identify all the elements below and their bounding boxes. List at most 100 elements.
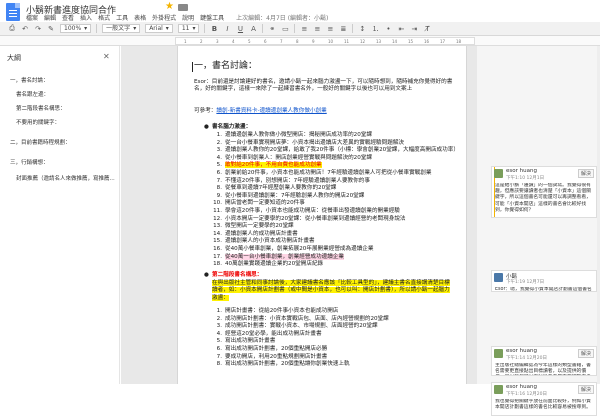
close-icon[interactable]: ✕ bbox=[103, 52, 110, 61]
list-item-text: 從小餐車到創業人：開店創業經營實戰與問題解決的20堂課 bbox=[225, 154, 372, 161]
redo-icon[interactable]: ↷ bbox=[34, 25, 42, 33]
underline-icon[interactable]: U bbox=[236, 25, 244, 33]
comment-time: 下午1:16 12月20日 bbox=[506, 392, 547, 397]
outline-item[interactable]: 書名跟左邊： bbox=[16, 90, 49, 98]
ruler-number: 15 bbox=[408, 39, 414, 44]
list-number: 7. bbox=[216, 353, 222, 360]
bold-icon[interactable]: B bbox=[210, 25, 218, 33]
resolve-button[interactable]: 解決 bbox=[577, 169, 594, 178]
decrease-indent-icon[interactable]: ⇤ bbox=[397, 25, 405, 33]
list-item-text: 從40萬小餐車創業，創業拓展20年展開業經營成為邊讀企業 bbox=[225, 246, 374, 252]
font-size-select[interactable]: 11 ▾ bbox=[177, 24, 200, 33]
increase-indent-icon[interactable]: ⇥ bbox=[410, 25, 418, 33]
list-item: 7. 不懂這20件事，別想開店：7年經驗邊讀創業人要教你的事 bbox=[212, 177, 466, 185]
list-number: 12. bbox=[213, 215, 222, 222]
style-select[interactable]: 一般文字 ▾ bbox=[102, 24, 141, 33]
undo-icon[interactable]: ↶ bbox=[21, 25, 29, 33]
italic-icon[interactable]: I bbox=[223, 25, 231, 33]
list-item-text: 要成功開店，利用20重點規劃開店計畫書 bbox=[225, 353, 328, 360]
list-number: 13. bbox=[213, 223, 222, 230]
list-number: 4. bbox=[216, 330, 222, 337]
list-item: 1. 開店計畫書：從給20件事小資本也能成功開店 bbox=[212, 308, 466, 315]
chevron-down-icon: ▾ bbox=[192, 25, 196, 32]
justify-icon[interactable]: ≣ bbox=[339, 25, 347, 33]
document-page[interactable]: 一，書名討論： Esor：目前還是討論建好的書名，邀請小鬍一起來腦力激盪一下，可… bbox=[177, 46, 467, 384]
comment-thread[interactable]: 小鬍 下午1:19 12月7日 Esor：嗯，我覺得小資本開店計劃書這個書名挺好… bbox=[491, 270, 597, 292]
zoom-select[interactable]: 100% ▾ bbox=[60, 24, 92, 33]
comment-thread[interactable]: esor huang 下午1:10 12月1日 解決 這是給小鬍「邊讀」的一個試… bbox=[491, 166, 597, 218]
font-select[interactable]: Arial ▾ bbox=[145, 24, 173, 33]
avatar bbox=[494, 349, 503, 358]
print-icon[interactable]: ⎙ bbox=[8, 24, 16, 33]
list-item: 13. 微型開店一定要學的20堂課 bbox=[212, 223, 466, 230]
outline-item[interactable]: 一，書名討論： bbox=[10, 76, 49, 84]
folder-icon[interactable] bbox=[178, 4, 188, 11]
outline-item[interactable]: 封面推薦（邀請名人來做推薦，寫推薦... bbox=[16, 174, 115, 182]
list-number: 14. bbox=[213, 230, 222, 237]
comment-icon[interactable]: ▭ bbox=[281, 25, 289, 33]
list-item-text: 寫出成功開店計畫書 bbox=[225, 338, 276, 345]
list-item: 11. 學會這20件事，小資本也能成功開店：從餐車出發邊讀創業的開業經驗 bbox=[212, 208, 466, 215]
align-center-icon[interactable]: ≡ bbox=[313, 25, 321, 33]
align-left-icon[interactable]: ≡ bbox=[300, 25, 308, 33]
line-spacing-icon[interactable]: ↕ bbox=[358, 25, 366, 33]
list-number: 7. bbox=[216, 177, 222, 184]
list-item-text: 敢對給20件事，不用自費也能成功創業 bbox=[225, 162, 322, 169]
comment-thread[interactable]: esor huang 下午1:14 12月20日 解決 主出版社總編輯認為今年這… bbox=[491, 346, 597, 376]
list-item-text: 成功開店計劃書：實戰小資本、市場規劃、店面經營的20堂課 bbox=[225, 323, 378, 330]
comment-body: 我也覺得把關鍵字放在前面比較好，例如小資本開店計劃書這樣的書名比較容易被搜尋到。 bbox=[495, 399, 591, 411]
outline-item[interactable]: 二，目前書籍時程規劃： bbox=[10, 138, 71, 146]
outline-panel: 大綱 ✕ 一，書名討論： 書名跟左邊： 第二階段書名構思： 不要用的關鍵字： 二… bbox=[0, 46, 120, 384]
list-item-text: 開店計畫書：從給20件事小資本也能成功開店 bbox=[225, 308, 339, 314]
clear-formatting-icon[interactable]: T̸ bbox=[423, 25, 431, 33]
outline-item[interactable]: 不要用的關鍵字： bbox=[16, 118, 60, 126]
paint-format-icon[interactable]: ✎ bbox=[47, 25, 55, 33]
document-workspace: 一，書名討論： Esor：目前還是討論建好的書名，邀請小鬍一起來腦力激盪一下，可… bbox=[121, 46, 477, 384]
list-number: 16. bbox=[213, 246, 222, 252]
comment-thread[interactable]: esor huang 下午1:16 12月20日 解決 我也覺得把關鍵字放在前面… bbox=[491, 382, 597, 416]
comment-time: 下午1:19 12月7日 bbox=[506, 280, 545, 285]
list-number: 2. bbox=[216, 139, 222, 146]
outline-item[interactable]: 第二階段書名構思： bbox=[16, 104, 66, 112]
bulleted-list-icon[interactable]: • bbox=[384, 25, 392, 33]
list-item: 2. 從一台小餐車實現開店夢：小資本揭出邊讀店大差異的實戰經驗問題解決 bbox=[212, 139, 466, 147]
numbered-list-icon[interactable]: ⒈ bbox=[371, 25, 379, 33]
list-item-text: 學會這20件事，小資本也能成功開店：從餐車出發邊讀創業的開業經驗 bbox=[225, 208, 400, 214]
list-number: 1. bbox=[216, 308, 222, 314]
ruler-number: 5 bbox=[248, 39, 251, 44]
intro-paragraph: Esor：目前還是討論建好的書名，邀請小鬍一起來腦力激盪一下，可以隨時想到，隨時… bbox=[194, 79, 453, 93]
ruler-number: 12 bbox=[360, 39, 366, 44]
section2-title: ● 第二階段書名構思： bbox=[204, 272, 466, 279]
outline-item[interactable]: 三，行銷構想： bbox=[10, 158, 49, 166]
list-number: 5. bbox=[216, 338, 222, 345]
list-item: 3. 邊讀創業人教你的20堂課，給敢了我20件事（小標：學會創業20堂課，大幅度高… bbox=[212, 147, 466, 154]
resolve-button[interactable]: 解決 bbox=[577, 385, 594, 394]
ruler-strip[interactable]: 1 2 3 4 5 6 7 8 9 10 11 12 13 14 15 16 17 18 bbox=[175, 37, 475, 45]
comment-time: 下午1:10 12月1日 bbox=[506, 176, 545, 181]
link-icon[interactable]: ⚭ bbox=[268, 25, 276, 33]
list-item: 1. 邊讀邊創業人教你做小微型開店：揭秘開店成功率的20堂課 bbox=[212, 132, 466, 139]
title-bar: 小鬍新書進度協同合作 ★ 檔案 編輯 查看 插入 格式 工具 表格 外掛程式 說明 鍵盤工具 上次編… bbox=[0, 0, 600, 22]
list-number: 8. bbox=[216, 361, 222, 368]
chevron-down-icon: ▾ bbox=[133, 25, 137, 32]
reference-link[interactable]: 讀創-新書資料卡-邊讀邊創業人教你做小創業 bbox=[216, 108, 326, 114]
list-number: 3. bbox=[216, 323, 222, 330]
align-right-icon[interactable]: ≡ bbox=[326, 25, 334, 33]
comment-body: 這是給小鬍「邊讀」的一個試寫。我覺得很有趣，但應該要讓讀者也清楚「小資本」這個關… bbox=[495, 183, 591, 213]
star-icon[interactable]: ★ bbox=[165, 1, 174, 12]
list-number: 17. bbox=[213, 253, 222, 260]
resolve-button[interactable]: 解決 bbox=[577, 349, 594, 358]
list-item-text: 從40萬一台小餐車創業，創業經營成功邊讀企業 bbox=[225, 253, 344, 260]
google-docs-icon[interactable] bbox=[6, 3, 20, 21]
list-item: 16. 從40萬小餐車創業，創業拓展20年展開業經營成為邊讀企業 bbox=[212, 246, 466, 253]
list-item-text: 微型開店一定要學的20堂課 bbox=[225, 223, 294, 230]
section1-title-text: 書名腦力激盪： bbox=[212, 124, 252, 130]
ruler-number: 4 bbox=[232, 39, 235, 44]
outline-title: 大綱 bbox=[7, 54, 21, 62]
reference-label: 可參考： bbox=[194, 108, 217, 114]
chevron-down-icon: ▾ bbox=[165, 25, 169, 32]
text-color-icon[interactable]: A bbox=[249, 25, 257, 33]
ruler-number: 13 bbox=[376, 39, 382, 44]
list-item-text: 經營這20堂必學，能出成功開店計畫書 bbox=[225, 330, 322, 337]
chevron-down-icon: ▾ bbox=[84, 25, 88, 32]
